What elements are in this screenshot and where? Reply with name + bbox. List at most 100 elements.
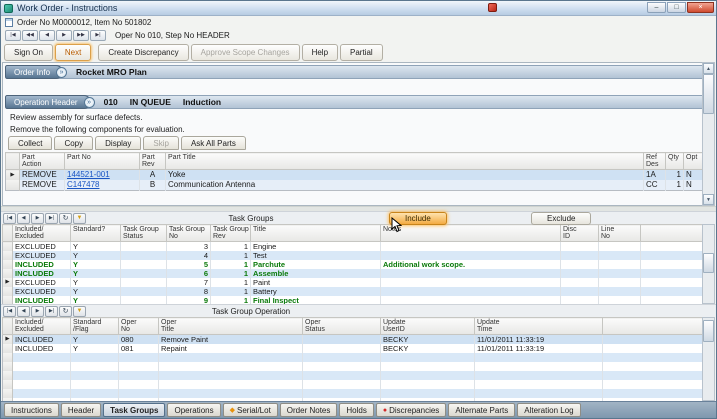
next-button[interactable]: Next bbox=[54, 44, 92, 61]
minimize-button[interactable]: – bbox=[647, 2, 666, 13]
tgo-nav-prev-button[interactable]: ◀ bbox=[17, 305, 30, 317]
order-info-collapsed-area bbox=[5, 79, 712, 95]
tgo-filter-icon-button[interactable]: ▼ bbox=[73, 305, 86, 317]
nav-first-button[interactable]: |◀ bbox=[5, 29, 21, 41]
tgo-nav-next-button[interactable]: ▶ bbox=[31, 305, 44, 317]
task-group-row[interactable]: INCLUDED Y 6 1 Assemble bbox=[2, 269, 704, 278]
col-standard-flag: Standard/Flag bbox=[70, 317, 119, 335]
tg-nav-last-button[interactable]: ▶| bbox=[45, 212, 58, 224]
task-group-row[interactable]: INCLUDED Y 5 1 Parchute Additional work … bbox=[2, 260, 704, 269]
tab-alteration-log[interactable]: Alteration Log bbox=[517, 403, 581, 417]
tab-discrepancies[interactable]: ● Discrepancies bbox=[375, 403, 447, 417]
help-button[interactable]: Help bbox=[301, 44, 339, 61]
col-task-group-rev: Task Group Rev bbox=[210, 224, 251, 242]
scrollbar-thumb[interactable] bbox=[703, 320, 714, 342]
tg-nav-first-button[interactable]: |◀ bbox=[3, 212, 16, 224]
tgo-row[interactable]: INCLUDED Y 081 Repaint BECKY 11/01/2011 … bbox=[2, 344, 704, 353]
selected-row-marker-icon: ▶ bbox=[5, 336, 10, 342]
col-disc-id: Disc ID bbox=[560, 224, 599, 242]
col-update-userid: Update UserID bbox=[380, 317, 475, 335]
task-group-row[interactable]: EXCLUDED Y 4 1 Test bbox=[2, 251, 704, 260]
sign-on-button[interactable]: Sign On bbox=[4, 44, 53, 61]
tg-nav-prev-button[interactable]: ◀ bbox=[17, 212, 30, 224]
part-no-link[interactable]: C147478 bbox=[67, 180, 99, 189]
oper-title-value: Induction bbox=[182, 97, 222, 107]
nav-prev-button[interactable]: ◀ bbox=[39, 29, 55, 41]
tab-task-groups[interactable]: Task Groups bbox=[103, 403, 166, 417]
nav-prev-page-button[interactable]: ◀◀ bbox=[22, 29, 38, 41]
part-title-cell: Communication Antenna bbox=[165, 180, 644, 191]
tab-instructions[interactable]: Instructions bbox=[4, 403, 59, 417]
col-qty: Qty bbox=[665, 152, 684, 170]
scroll-down-button[interactable]: ▼ bbox=[703, 194, 714, 205]
nav-next-page-button[interactable]: ▶▶ bbox=[73, 29, 89, 41]
task-group-row[interactable]: EXCLUDED Y 3 1 Engine bbox=[2, 241, 704, 251]
create-discrepancy-button[interactable]: Create Discrepancy bbox=[98, 44, 189, 61]
nav-last-button[interactable]: ▶| bbox=[90, 29, 106, 41]
instruction-line-2: Remove the following components for eval… bbox=[10, 125, 185, 134]
ref-des-cell: 1A bbox=[643, 169, 666, 180]
exclude-button[interactable]: Exclude bbox=[531, 212, 592, 225]
tab-operations[interactable]: Operations bbox=[167, 403, 221, 417]
empty-row bbox=[2, 362, 704, 371]
content-scrollbar: ▲ ▼ bbox=[702, 62, 715, 206]
operation-header-toggle-button[interactable]: » bbox=[83, 96, 95, 108]
order-info-toggle-button[interactable]: » bbox=[56, 66, 68, 78]
tab-alternate-parts[interactable]: Alternate Parts bbox=[448, 403, 516, 417]
tg-nav-next-button[interactable]: ▶ bbox=[31, 212, 44, 224]
tg-refresh-button[interactable]: ↻ bbox=[59, 212, 72, 224]
col-standard: Standard? bbox=[70, 224, 121, 242]
task-group-operation-toolbar: |◀ ◀ ▶ ▶| ↻ ▼ Task Group Operation bbox=[1, 304, 716, 317]
app-icon bbox=[4, 3, 13, 13]
serial-lot-warning-icon: ◆ bbox=[229, 407, 235, 414]
scrollbar-thumb[interactable] bbox=[703, 253, 714, 273]
parts-table: Part Action Part No Part Rev Part Title Re… bbox=[5, 152, 704, 191]
col-opt: Opt bbox=[683, 152, 704, 170]
part-row[interactable]: REMOVE C147478 B Communication Antenna C… bbox=[5, 180, 704, 191]
copy-button[interactable]: Copy bbox=[54, 136, 94, 150]
tab-serial-lot[interactable]: ◆ Serial/Lot bbox=[222, 403, 278, 417]
task-group-row[interactable]: INCLUDED Y 9 1 Final Inspect bbox=[2, 296, 704, 304]
scrollbar-thumb[interactable] bbox=[703, 74, 714, 114]
col-line-no: Line No bbox=[598, 224, 641, 242]
ref-des-cell: CC bbox=[643, 180, 666, 191]
col-included-excluded: Included/Excluded bbox=[12, 224, 71, 242]
col-oper-status: Oper Status bbox=[302, 317, 381, 335]
part-no-link[interactable]: 144521-001 bbox=[67, 170, 110, 179]
col-part-no: Part No bbox=[64, 152, 140, 170]
qty-cell: 1 bbox=[665, 180, 684, 191]
empty-row bbox=[2, 380, 704, 389]
tab-header[interactable]: Header bbox=[60, 403, 102, 417]
nav-next-button[interactable]: ▶ bbox=[56, 29, 72, 41]
tgo-refresh-button[interactable]: ↻ bbox=[59, 305, 72, 317]
collect-button[interactable]: Collect bbox=[8, 136, 53, 150]
display-button[interactable]: Display bbox=[95, 136, 142, 150]
selected-row-marker-icon: ▶ bbox=[5, 279, 10, 285]
tgo-row[interactable]: ▶ INCLUDED Y 080 Remove Paint BECKY 11/0… bbox=[2, 334, 704, 344]
ask-all-parts-button[interactable]: Ask All Parts bbox=[180, 136, 246, 150]
task-group-row[interactable]: EXCLUDED Y 8 1 Battery bbox=[2, 287, 704, 296]
tgo-nav-first-button[interactable]: |◀ bbox=[3, 305, 16, 317]
col-update-time: Update Time bbox=[474, 317, 603, 335]
scroll-up-button[interactable]: ▲ bbox=[703, 63, 714, 74]
parts-toolbar: Collect Copy Display Skip Ask All Parts bbox=[5, 136, 712, 151]
partial-button[interactable]: Partial bbox=[340, 44, 383, 61]
task-groups-grid-area: Included/Excluded Standard? Task Group St… bbox=[1, 224, 716, 304]
content-panel: Order Info » Rocket MRO Plan Operation H… bbox=[2, 62, 715, 206]
tg-filter-icon-button[interactable]: ▼ bbox=[73, 212, 86, 224]
task-groups-header-row: Included/Excluded Standard? Task Group St… bbox=[2, 224, 704, 242]
row-selector-header bbox=[5, 152, 20, 170]
tgo-nav-last-button[interactable]: ▶| bbox=[45, 305, 58, 317]
maximize-button[interactable]: □ bbox=[667, 2, 686, 13]
col-oper-title: Oper Title bbox=[158, 317, 303, 335]
tab-order-notes[interactable]: Order Notes bbox=[279, 403, 338, 417]
task-group-row[interactable]: ▶ EXCLUDED Y 7 1 Paint bbox=[2, 278, 704, 287]
mouse-cursor bbox=[391, 217, 402, 233]
task-groups-title: Task Groups bbox=[228, 213, 274, 223]
oper-no-value: 010 bbox=[103, 97, 118, 107]
notification-icon bbox=[488, 3, 497, 12]
task-group-operation-grid-area: Included/Excluded Standard/Flag Oper No O… bbox=[1, 317, 716, 401]
close-button[interactable]: × bbox=[687, 2, 714, 13]
tab-holds[interactable]: Holds bbox=[339, 403, 374, 417]
part-row[interactable]: ▶ REMOVE 144521-001 A Yoke 1A 1 N bbox=[5, 169, 704, 180]
